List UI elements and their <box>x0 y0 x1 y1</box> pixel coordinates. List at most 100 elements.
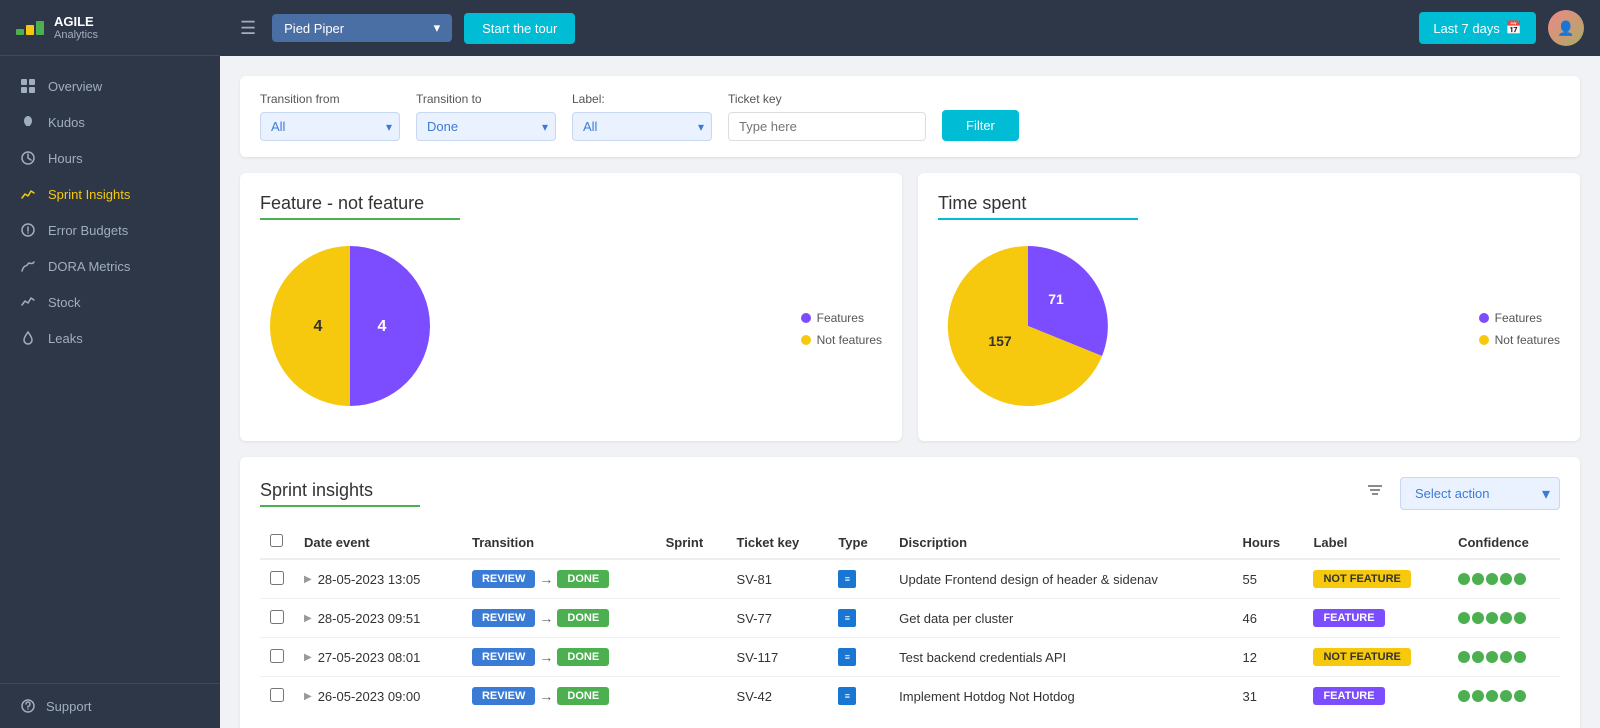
row-checkbox-2[interactable] <box>270 649 284 663</box>
label-badge-0[interactable]: NOT FEATURE <box>1313 570 1410 588</box>
table-filter-icon[interactable] <box>1366 482 1384 505</box>
confidence-dots-2 <box>1458 651 1550 663</box>
time-features-legend-dot <box>1479 313 1489 323</box>
row-expand-3[interactable]: ▶ <box>304 691 312 702</box>
confidence-dot <box>1486 690 1498 702</box>
sidebar-label-error-budgets: Error Budgets <box>48 223 128 238</box>
not-features-legend-label: Not features <box>817 333 882 347</box>
transition-flow-0: REVIEW → DONE <box>472 570 646 588</box>
sidebar: AGILE Analytics Overview Kudos <box>0 0 220 728</box>
confidence-dot <box>1514 573 1526 585</box>
sidebar-item-error-budgets[interactable]: Error Budgets <box>0 212 220 248</box>
time-spent-chart-content: 157 71 Features Not features <box>938 236 1560 421</box>
sidebar-item-overview[interactable]: Overview <box>0 68 220 104</box>
transition-to-label: Transition to <box>416 92 556 106</box>
col-type: Type <box>828 526 889 559</box>
svg-text:4: 4 <box>314 318 323 335</box>
sprint-insights-icon <box>20 186 36 202</box>
select-all-checkbox[interactable] <box>270 534 283 547</box>
sidebar-label-hours: Hours <box>48 151 83 166</box>
transition-from-label: Transition from <box>260 92 400 106</box>
support-link[interactable]: Support <box>0 683 220 728</box>
row-expand-1[interactable]: ▶ <box>304 613 312 624</box>
date-event-2: 27-05-2023 08:01 <box>318 650 421 665</box>
sidebar-item-leaks[interactable]: Leaks <box>0 320 220 356</box>
sidebar-item-sprint-insights[interactable]: Sprint Insights <box>0 176 220 212</box>
svg-text:4: 4 <box>378 318 387 335</box>
ticket-key-group: Ticket key <box>728 92 926 141</box>
not-features-legend-dot <box>801 335 811 345</box>
transition-from-select[interactable]: All <box>260 112 400 141</box>
action-select-wrapper: Select action <box>1400 477 1560 510</box>
sidebar-item-kudos[interactable]: Kudos <box>0 104 220 140</box>
row-checkbox-1[interactable] <box>270 610 284 624</box>
ticket-icon-2: ≡ <box>838 648 856 666</box>
confidence-dot <box>1514 690 1526 702</box>
confidence-dot <box>1500 573 1512 585</box>
features-legend-item: Features <box>801 311 882 325</box>
sidebar-item-hours[interactable]: Hours <box>0 140 220 176</box>
confidence-dot <box>1472 573 1484 585</box>
confidence-dot <box>1472 612 1484 624</box>
confidence-dot <box>1514 651 1526 663</box>
confidence-dot <box>1486 612 1498 624</box>
time-not-features-legend-item: Not features <box>1479 333 1560 347</box>
confidence-dot <box>1500 651 1512 663</box>
hamburger-menu[interactable]: ☰ <box>236 14 260 43</box>
badge-review-3: REVIEW <box>472 687 535 705</box>
company-select-chevron: ▾ <box>434 20 441 36</box>
time-not-features-legend-label: Not features <box>1495 333 1560 347</box>
sidebar-label-dora-metrics: DORA Metrics <box>48 259 130 274</box>
sidebar-label-overview: Overview <box>48 79 102 94</box>
transition-from-group: Transition from All <box>260 92 400 141</box>
row-checkbox-3[interactable] <box>270 688 284 702</box>
ticket-key-input[interactable] <box>728 112 926 141</box>
start-tour-button[interactable]: Start the tour <box>464 13 575 44</box>
user-avatar[interactable]: 👤 <box>1548 10 1584 46</box>
time-features-legend-item: Features <box>1479 311 1560 325</box>
action-select[interactable]: Select action <box>1400 477 1560 510</box>
badge-review-0: REVIEW <box>472 570 535 588</box>
transition-to-select[interactable]: Done <box>416 112 556 141</box>
header: ☰ Pied Piper ▾ Start the tour Last 7 day… <box>220 0 1600 56</box>
not-features-legend-item: Not features <box>801 333 882 347</box>
label-badge-1[interactable]: FEATURE <box>1313 609 1384 627</box>
arrow-icon-2: → <box>539 649 553 665</box>
dora-metrics-icon <box>20 258 36 274</box>
row-expand-2[interactable]: ▶ <box>304 652 312 663</box>
sidebar-item-stock[interactable]: Stock <box>0 284 220 320</box>
filter-button[interactable]: Filter <box>942 110 1019 141</box>
col-label: Label <box>1303 526 1448 559</box>
sprint-3 <box>656 677 727 716</box>
arrow-icon-0: → <box>539 571 553 587</box>
ticket-icon-3: ≡ <box>838 687 856 705</box>
main-content: ☰ Pied Piper ▾ Start the tour Last 7 day… <box>220 0 1600 728</box>
features-legend-label: Features <box>817 311 864 325</box>
label-select[interactable]: All <box>572 112 712 141</box>
col-description: Discription <box>889 526 1232 559</box>
leaks-icon <box>20 330 36 346</box>
date-event-1: 28-05-2023 09:51 <box>318 611 421 626</box>
confidence-dot <box>1500 690 1512 702</box>
content-area: Transition from All Transition to Done L… <box>220 56 1600 728</box>
kudos-icon <box>20 114 36 130</box>
ticket-key-2: SV-117 <box>727 638 829 677</box>
sidebar-item-dora-metrics[interactable]: DORA Metrics <box>0 248 220 284</box>
feature-chart-content: 4 4 Features Not features <box>260 236 882 421</box>
hours-3: 31 <box>1233 677 1304 716</box>
badge-done-1: DONE <box>557 609 609 627</box>
row-expand-0[interactable]: ▶ <box>304 574 312 585</box>
table-title-block: Sprint insights <box>260 480 420 507</box>
svg-text:71: 71 <box>1048 291 1064 307</box>
label-badge-3[interactable]: FEATURE <box>1313 687 1384 705</box>
confidence-dot <box>1514 612 1526 624</box>
label-badge-2[interactable]: NOT FEATURE <box>1313 648 1410 666</box>
last-days-button[interactable]: Last 7 days 📅 <box>1419 12 1536 44</box>
arrow-icon-1: → <box>539 610 553 626</box>
ticket-icon-0: ≡ <box>838 570 856 588</box>
company-select[interactable]: Pied Piper ▾ <box>272 14 452 42</box>
feature-chart-card: Feature - not feature 4 4 <box>240 173 902 441</box>
support-icon <box>20 698 36 714</box>
overview-icon <box>20 78 36 94</box>
row-checkbox-0[interactable] <box>270 571 284 585</box>
